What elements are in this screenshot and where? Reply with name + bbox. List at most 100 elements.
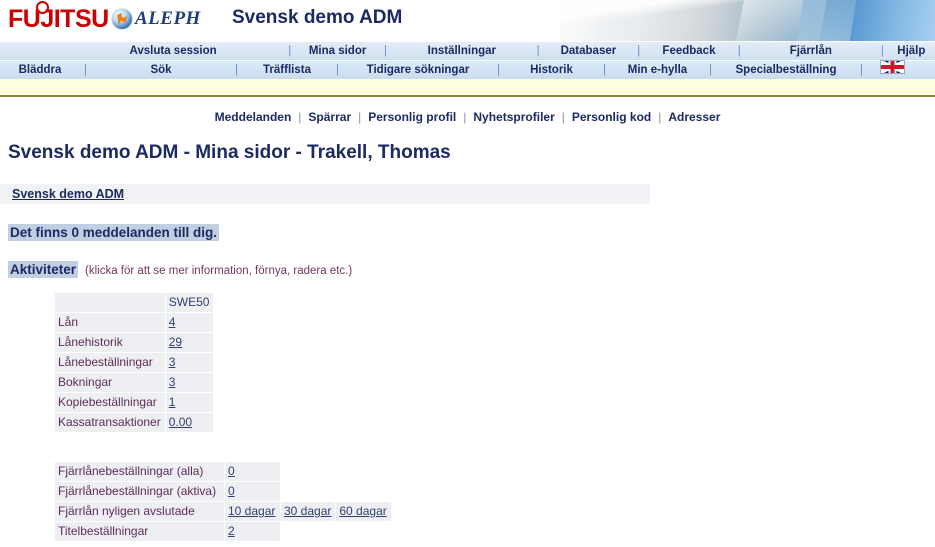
base-link[interactable]: Svensk demo ADM [12, 187, 124, 201]
nav-item-historik[interactable]: Historik [504, 61, 599, 79]
row-empty-cell [336, 522, 391, 541]
table-row: Lånehistorik 29 [55, 333, 214, 352]
row-value-cell: 10 dagar [225, 502, 280, 521]
row-empty-cell [281, 522, 336, 541]
page-root: FUJITSU ALEPH Svensk demo ADM Avsluta se… [0, 0, 935, 547]
table-header-row: SWE50 [55, 293, 214, 312]
row-label: Lånebeställningar [55, 353, 165, 372]
row-value-cell: 2 [225, 522, 280, 541]
table-row: Titelbeställningar 2 [55, 522, 391, 541]
row-value-link[interactable]: 3 [169, 375, 176, 389]
nav-item-feedback[interactable]: Feedback [644, 42, 734, 60]
nav-separator: | [737, 45, 741, 57]
page-title: Svensk demo ADM - Mina sidor - Trakell, … [8, 142, 451, 163]
nav-item-inst-llningar[interactable]: Inställningar [391, 42, 533, 60]
nav-item-bl-ddra[interactable]: Bläddra [0, 61, 80, 79]
table-row: Lån 4 [55, 313, 214, 332]
base-bar: Svensk demo ADM [0, 184, 650, 204]
row-value-link[interactable]: 3 [169, 355, 176, 369]
row-empty-cell [281, 462, 336, 481]
row-value-link[interactable]: 1 [169, 395, 176, 409]
nav-separator: | [235, 64, 238, 76]
nav-separator: | [603, 64, 606, 76]
submenu-item-adresser[interactable]: Adresser [661, 110, 727, 124]
row-label: Lån [55, 313, 165, 332]
row-value-link[interactable]: 0 [228, 484, 235, 498]
nav-separator: | [536, 45, 540, 57]
row-value-cell: 29 [165, 333, 214, 352]
nav-separator: | [880, 45, 884, 57]
nav-item-mina-sidor[interactable]: Mina sidor [295, 42, 380, 60]
nav-item-avsluta-session[interactable]: Avsluta session [62, 42, 285, 60]
row-value-cell: 0 [225, 462, 280, 481]
fujitsu-logo: FUJITSU [8, 1, 109, 33]
row-label: Fjärrlånebeställningar (alla) [55, 462, 224, 481]
row-empty-cell [281, 482, 336, 501]
fujitsu-logo-text: FUJITSU [8, 5, 109, 33]
nav-item-fj-rrl-n[interactable]: Fjärrlån [744, 42, 877, 60]
banner-fade-overlay [475, 0, 605, 41]
row-value-link[interactable]: 2 [228, 524, 235, 538]
row-value-cell: 0 [225, 482, 280, 501]
nav-separator: | [336, 64, 339, 76]
row-value-cell: 3 [165, 373, 214, 392]
row-value-link[interactable]: 10 dagar [228, 504, 275, 518]
nav-item-tr-fflista[interactable]: Träfflista [242, 61, 332, 79]
column-header-swe50: SWE50 [165, 293, 214, 312]
nav-separator: | [288, 45, 292, 57]
nav-separator: | [709, 64, 712, 76]
row-value-cell: 60 dagar [336, 502, 391, 521]
nav-item-tidigare-s-kningar[interactable]: Tidigare sökningar [343, 61, 493, 79]
nav-separator: | [383, 45, 387, 57]
building-photo-banner [560, 0, 935, 41]
row-value-link[interactable]: 0 [228, 464, 235, 478]
header-banner: FUJITSU ALEPH Svensk demo ADM [0, 0, 935, 41]
activities-heading: Aktiviteter [8, 261, 79, 278]
messages-heading: Det finns 0 meddelanden till dig. [8, 224, 220, 241]
nav-item-hj-lp[interactable]: Hjälp [888, 42, 935, 60]
table-row: Kopiebeställningar 1 [55, 393, 214, 412]
table-row: Lånebeställningar 3 [55, 353, 214, 372]
row-value-link[interactable]: 4 [169, 315, 176, 329]
nav-item-s-k[interactable]: Sök [91, 61, 231, 79]
messages-line: Det finns 0 meddelanden till dig. [8, 224, 935, 242]
row-value-cell: 1 [165, 393, 214, 412]
row-empty-cell [336, 482, 391, 501]
row-label: Fjärrlån nyligen avslutade [55, 502, 224, 521]
activities-table: SWE50 Lån 4 Lånehistorik 29 Lånebeställningar… [54, 292, 214, 433]
row-value-link[interactable]: 60 dagar [339, 504, 386, 518]
row-value-link[interactable]: 0.00 [169, 415, 192, 429]
uk-flag-icon[interactable] [879, 60, 905, 74]
row-value-cell: 4 [165, 313, 214, 332]
row-value-link[interactable]: 29 [169, 335, 182, 349]
sub-navigation: Meddelanden | Spärrar | Personlig profil | Nyh… [0, 107, 935, 127]
main-nav-row-2: Bläddra | Sök | Träfflista | Tidigare sökninga… [0, 60, 935, 79]
table-row: Fjärrlån nyligen avslutade 10 dagar 30 dag… [55, 502, 391, 521]
activities-note: (klicka för att se mer information, förn… [85, 265, 353, 277]
row-label: Kassatransaktioner [55, 413, 165, 432]
row-label: Bokningar [55, 373, 165, 392]
submenu-item-sp-rrar[interactable]: Spärrar [301, 110, 358, 124]
submenu-item-personlig-kod[interactable]: Personlig kod [565, 110, 658, 124]
nav-separator: | [637, 45, 641, 57]
row-label: Kopiebeställningar [55, 393, 165, 412]
nav-item-specialbest-llning[interactable]: Specialbeställning [716, 61, 856, 79]
nav-item-databaser[interactable]: Databaser [543, 42, 633, 60]
aleph-logo-text: ALEPH [135, 8, 201, 29]
nav-separator: | [84, 64, 87, 76]
nav-item-min-e-hylla[interactable]: Min e-hylla [610, 61, 705, 79]
table-row: Kassatransaktioner 0.00 [55, 413, 214, 432]
row-label: Titelbeställningar [55, 522, 224, 541]
aleph-logo: ALEPH [112, 8, 201, 30]
submenu-item-meddelanden[interactable]: Meddelanden [208, 110, 299, 124]
row-value-link[interactable]: 30 dagar [284, 504, 331, 518]
fujitsu-ring-icon [36, 1, 49, 14]
activities-line: Aktiviteter (klicka för att se mer infor… [8, 261, 935, 278]
row-empty-cell [336, 462, 391, 481]
row-value-cell: 0.00 [165, 413, 214, 432]
table-row: Bokningar 3 [55, 373, 214, 392]
submenu-item-personlig-profil[interactable]: Personlig profil [361, 110, 463, 124]
uk-flag-icon[interactable] [867, 60, 917, 80]
row-value-cell: 30 dagar [281, 502, 336, 521]
submenu-item-nyhetsprofiler[interactable]: Nyhetsprofiler [466, 110, 561, 124]
